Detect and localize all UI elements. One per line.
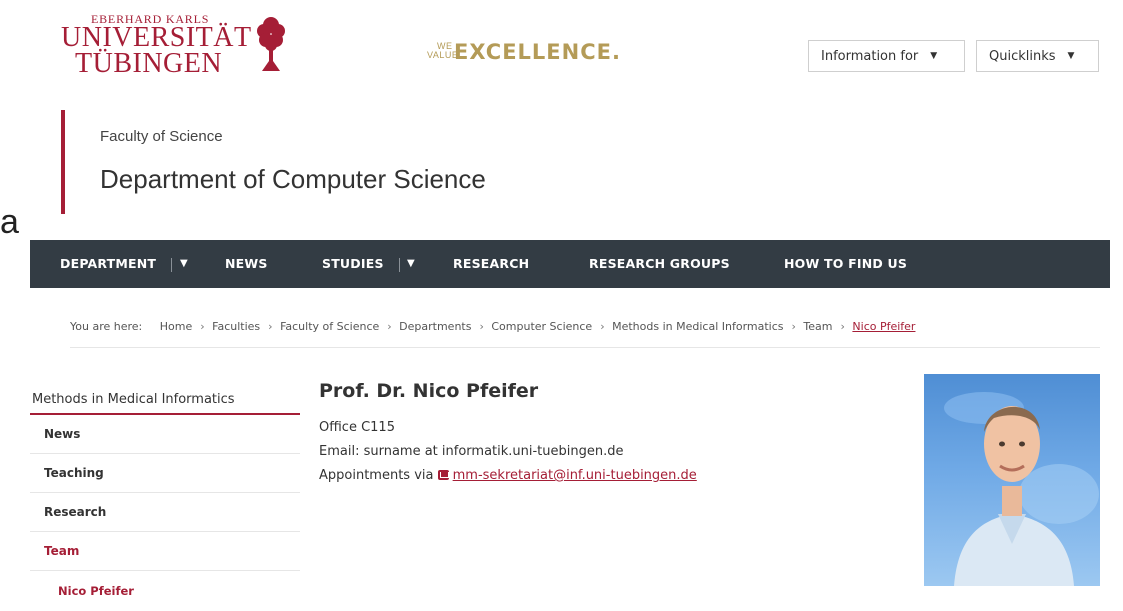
sidebar-item-news[interactable]: News <box>30 415 300 454</box>
breadcrumb-team[interactable]: Team <box>803 320 832 333</box>
breadcrumb-home[interactable]: Home <box>160 320 192 333</box>
chevron-right-icon: › <box>268 320 273 333</box>
logo-line-3: TÜBINGEN <box>75 48 223 79</box>
chevron-right-icon: › <box>387 320 392 333</box>
portrait-illustration <box>944 392 1099 586</box>
mail-icon <box>437 470 449 480</box>
appointments-email-link[interactable]: mm-sekretariat@inf.uni-tuebingen.de <box>453 468 697 483</box>
top-header: EBERHARD KARLS UNIVERSITÄT TÜBINGEN WE V… <box>30 0 1110 80</box>
quicklinks-label: Quicklinks <box>989 48 1056 64</box>
university-logo[interactable]: EBERHARD KARLS UNIVERSITÄT TÜBINGEN <box>61 12 291 78</box>
divider <box>70 347 1100 348</box>
chevron-right-icon: › <box>600 320 605 333</box>
breadcrumb-departments[interactable]: Departments <box>399 320 471 333</box>
nav-department[interactable]: DEPARTMENT <box>60 240 156 288</box>
faculty-link[interactable]: Faculty of Science <box>100 128 223 145</box>
information-for-dropdown[interactable]: Information for ▼ <box>808 40 965 72</box>
nav-research[interactable]: RESEARCH <box>453 240 529 288</box>
email-text: Email: surname at informatik.uni-tuebing… <box>319 444 624 459</box>
nav-studies[interactable]: STUDIES <box>322 240 384 288</box>
appointments-label: Appointments via <box>319 468 434 483</box>
nav-separator <box>399 258 400 272</box>
sidebar: Methods in Medical Informatics News Teac… <box>30 386 300 611</box>
department-accent-bar <box>61 110 65 214</box>
caret-down-icon: ▼ <box>1067 51 1075 61</box>
slogan-big: EXCELLENCE. <box>454 40 621 64</box>
chevron-right-icon: › <box>791 320 796 333</box>
breadcrumb-label: You are here: <box>70 320 143 333</box>
quicklinks-dropdown[interactable]: Quicklinks ▼ <box>976 40 1099 72</box>
nav-research-groups[interactable]: RESEARCH GROUPS <box>589 240 730 288</box>
tree-icon <box>257 17 285 71</box>
page: EBERHARD KARLS UNIVERSITÄT TÜBINGEN WE V… <box>30 0 1110 600</box>
profile-name: Prof. Dr. Nico Pfeifer <box>319 380 539 402</box>
chevron-right-icon: › <box>479 320 484 333</box>
profile-photo <box>924 374 1100 586</box>
chevron-right-icon: › <box>200 320 205 333</box>
sidebar-subitem-nico-pfeifer[interactable]: Nico Pfeifer <box>30 571 300 611</box>
nav-studies-caret-icon[interactable]: ▼ <box>407 240 415 288</box>
clipped-text-fragment: a <box>0 203 19 241</box>
caret-down-icon: ▼ <box>930 51 938 61</box>
breadcrumb-current[interactable]: Nico Pfeifer <box>852 320 915 333</box>
sidebar-item-teaching[interactable]: Teaching <box>30 454 300 493</box>
information-for-label: Information for <box>821 48 919 64</box>
main-nav: DEPARTMENT ▼ NEWS STUDIES ▼ RESEARCH RES… <box>30 240 1110 288</box>
nav-department-caret-icon[interactable]: ▼ <box>180 240 188 288</box>
office: Office C115 <box>319 420 395 435</box>
department-title[interactable]: Department of Computer Science <box>100 164 486 195</box>
sidebar-item-team[interactable]: Team <box>30 532 300 571</box>
profile-info: Office C115 Email: surname at informatik… <box>319 416 697 488</box>
breadcrumb-faculties[interactable]: Faculties <box>212 320 260 333</box>
nav-how-to-find-us[interactable]: HOW TO FIND US <box>784 240 907 288</box>
chevron-right-icon: › <box>840 320 845 333</box>
sidebar-item-research[interactable]: Research <box>30 493 300 532</box>
breadcrumb-methods[interactable]: Methods in Medical Informatics <box>612 320 783 333</box>
breadcrumb: You are here: Home › Faculties › Faculty o… <box>70 320 919 333</box>
breadcrumb-faculty-of-science[interactable]: Faculty of Science <box>280 320 379 333</box>
appointments: Appointments via mm-sekretariat@inf.uni-… <box>319 464 697 488</box>
sidebar-title[interactable]: Methods in Medical Informatics <box>30 386 300 415</box>
nav-news[interactable]: NEWS <box>225 240 268 288</box>
breadcrumb-computer-science[interactable]: Computer Science <box>491 320 592 333</box>
nav-separator <box>171 258 172 272</box>
